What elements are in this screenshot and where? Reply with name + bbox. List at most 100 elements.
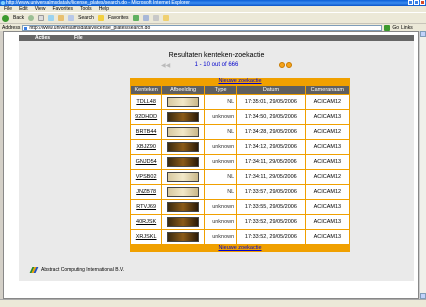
ie-icon — [1, 1, 5, 5]
cell-plate: 40RJSK — [129, 214, 163, 230]
table-row: RTVJ69 unknown 17:33:55, 29/05/2006 ACICAM1… — [129, 199, 351, 215]
plate-link[interactable]: JNZB78 — [136, 189, 156, 195]
cell-camera: ACICAM12 — [304, 184, 351, 200]
cell-type: unknown — [203, 109, 238, 125]
cell-date: 17:33:52, 29/05/2006 — [236, 214, 306, 230]
cell-camera: ACICAM13 — [304, 139, 351, 155]
plate-thumbnail[interactable] — [167, 232, 200, 242]
plate-link[interactable]: GNJD54 — [136, 159, 157, 165]
cell-date: 17:35:01, 29/05/2006 — [236, 94, 306, 110]
col-type: Type — [203, 85, 238, 95]
cell-plate: TDLL48 — [129, 94, 163, 110]
new-search-link-bottom[interactable]: Nieuwe zoekactie — [130, 244, 350, 252]
cell-camera: ACICAM12 — [304, 169, 351, 185]
plate-link[interactable]: TDLL48 — [136, 99, 156, 105]
cell-type: unknown — [203, 154, 238, 170]
back-button-label[interactable]: Back — [13, 15, 24, 21]
next-page-button[interactable] — [279, 62, 292, 68]
page-viewport: Acties File Resultaten kenteken-zoekacti… — [3, 31, 419, 299]
cell-type: NL — [203, 124, 238, 140]
footer-company: Abstract Computing International B.V. — [41, 267, 125, 273]
next-page-icon — [279, 62, 285, 68]
cell-image — [161, 154, 205, 170]
cell-plate: XBJZ90 — [129, 139, 163, 155]
plate-link[interactable]: 40RJSK — [136, 219, 156, 225]
plate-thumbnail[interactable] — [167, 172, 200, 182]
go-icon[interactable] — [384, 24, 391, 31]
table-row: TDLL48 NL 17:35:01, 29/05/2006 ACICAM12 — [129, 94, 351, 110]
plate-link[interactable]: RTVJ69 — [136, 204, 156, 210]
table-row: 92DHDD unknown 17:34:50, 29/05/2006 ACICAM1… — [129, 109, 351, 125]
cell-camera: ACICAM13 — [304, 214, 351, 230]
home-icon[interactable] — [58, 15, 65, 21]
last-page-icon — [286, 62, 292, 68]
plate-link[interactable]: BRTB44 — [136, 129, 157, 135]
cell-type: unknown — [203, 199, 238, 215]
print-icon[interactable] — [152, 15, 159, 21]
new-search-link-top[interactable]: Nieuwe zoekactie — [130, 78, 350, 86]
scroll-up-icon[interactable] — [420, 31, 426, 37]
back-icon[interactable] — [2, 14, 9, 22]
cell-type: unknown — [203, 214, 238, 230]
links-button[interactable]: Links — [401, 25, 413, 31]
nav-file[interactable]: File — [74, 35, 83, 41]
cell-camera: ACICAM12 — [304, 94, 351, 110]
plate-link[interactable]: VPSB02 — [136, 174, 157, 180]
favorites-icon[interactable] — [97, 15, 104, 21]
cell-plate: 92DHDD — [129, 109, 163, 125]
pager-text: 1 - 10 out of 666 — [194, 62, 239, 68]
table-row: JNZB78 NL 17:33:57, 29/05/2006 ACICAM12 — [129, 184, 351, 200]
vertical-scrollbar[interactable] — [419, 31, 426, 299]
table-row: BRTB44 NL 17:34:28, 29/05/2006 ACICAM12 — [129, 124, 351, 140]
minimize-button[interactable] — [408, 0, 413, 5]
col-kenteken: Kenteken — [129, 85, 163, 95]
plate-thumbnail[interactable] — [167, 127, 200, 137]
nav-acties[interactable]: Acties — [35, 35, 50, 41]
page-icon — [24, 26, 28, 30]
history-icon[interactable] — [132, 15, 139, 21]
table-row: XBJZ90 unknown 17:34:12, 29/05/2006 ACICAM1… — [129, 139, 351, 155]
plate-thumbnail[interactable] — [167, 142, 200, 152]
status-bar — [0, 299, 426, 307]
cell-camera: ACICAM13 — [304, 229, 351, 245]
app-frame: Acties File Resultaten kenteken-zoekacti… — [19, 35, 414, 281]
stop-icon[interactable] — [38, 15, 45, 21]
plate-link[interactable]: 92DHDD — [135, 114, 157, 120]
plate-thumbnail[interactable] — [167, 97, 200, 107]
page-title: Resultaten kenteken-zoekactie — [168, 52, 265, 59]
plate-thumbnail[interactable] — [167, 112, 200, 122]
cell-image — [161, 124, 205, 140]
maximize-button[interactable] — [414, 0, 419, 5]
mail-icon[interactable] — [142, 15, 149, 21]
favorites-button-label[interactable]: Favorites — [108, 15, 129, 21]
search-button-label[interactable]: Search — [78, 15, 94, 21]
plate-thumbnail[interactable] — [167, 217, 200, 227]
cell-date: 17:34:11, 29/05/2006 — [236, 169, 306, 185]
cell-camera: ACICAM12 — [304, 124, 351, 140]
company-logo-icon — [29, 267, 39, 273]
address-value: http://www.universalmsdatalv/license_pla… — [29, 24, 151, 31]
folder-icon[interactable] — [162, 15, 169, 21]
refresh-icon[interactable] — [48, 15, 55, 21]
plate-thumbnail[interactable] — [167, 202, 200, 212]
plate-thumbnail[interactable] — [167, 157, 200, 167]
cell-image — [161, 214, 205, 230]
col-datum: Datum — [236, 85, 306, 95]
address-input[interactable]: http://www.universalmsdatalv/license_pla… — [22, 24, 383, 31]
cell-date: 17:34:50, 29/05/2006 — [236, 109, 306, 125]
plate-thumbnail[interactable] — [167, 187, 200, 197]
close-button[interactable] — [420, 0, 425, 5]
cell-type: NL — [203, 169, 238, 185]
table-body: TDLL48 NL 17:35:01, 29/05/2006 ACICAM12 92DH… — [129, 94, 351, 245]
cell-type: unknown — [203, 229, 238, 245]
col-afbeelding: Afbeelding — [161, 85, 205, 95]
plate-link[interactable]: XRJSKL — [136, 234, 157, 240]
plate-link[interactable]: XBJZ90 — [136, 144, 156, 150]
cell-image — [161, 199, 205, 215]
address-bar: Address http://www.universalmsdatalv/lic… — [0, 23, 426, 31]
cell-plate: RTVJ69 — [129, 199, 163, 215]
table-row: XRJSKL unknown 17:33:52, 29/05/2006 ACICAM1… — [129, 229, 351, 245]
go-button[interactable]: Go — [392, 25, 399, 31]
search-icon[interactable] — [68, 15, 75, 21]
forward-icon[interactable] — [28, 15, 35, 21]
